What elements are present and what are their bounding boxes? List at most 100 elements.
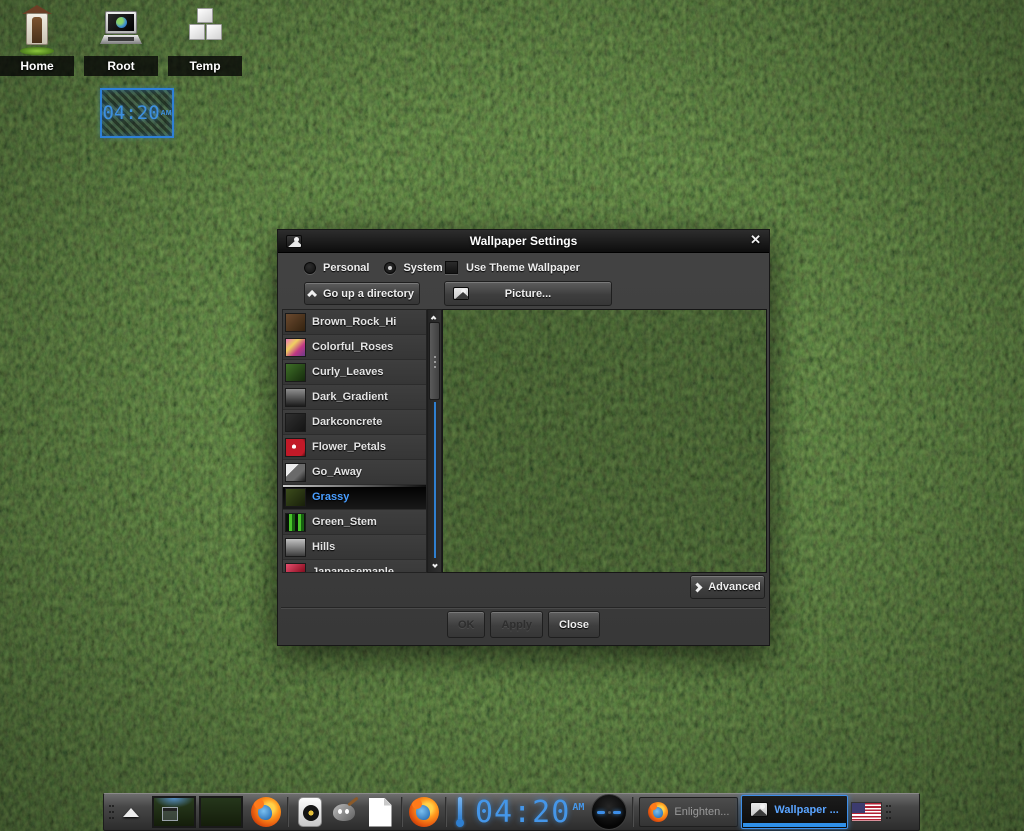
task-button-enlightenment[interactable]: Enlighten...: [639, 797, 738, 827]
wallpaper-item[interactable]: Japanesemaple: [283, 560, 426, 573]
firefox-icon: [648, 802, 668, 822]
picture-icon: [750, 802, 768, 817]
apply-button[interactable]: Apply: [490, 611, 543, 638]
wallpaper-name: Green_Stem: [312, 516, 377, 528]
gadget-meridiem: AM: [161, 110, 172, 117]
taskbar-digital-clock[interactable]: 04:20 AM: [475, 795, 584, 830]
task-button-wallpaper[interactable]: Wallpaper ...: [741, 795, 847, 829]
wallpaper-item[interactable]: Brown_Rock_Hi: [283, 310, 426, 335]
firefox-launcher-2[interactable]: [408, 796, 440, 828]
mini-window: [162, 807, 178, 821]
task-label: Wallpaper ...: [774, 804, 838, 816]
mixer-launcher[interactable]: [294, 796, 326, 828]
desktop-clock-gadget[interactable]: 04:20AM: [100, 88, 174, 138]
use-theme-label: Use Theme Wallpaper: [466, 262, 580, 274]
wallpaper-name: Flower_Petals: [312, 441, 386, 453]
desktop: Home Root Temp 04:20AM Wallpaper Setting…: [0, 0, 1024, 831]
wallpaper-name: Darkconcrete: [312, 416, 382, 428]
gimp-launcher[interactable]: [329, 796, 361, 828]
document-launcher[interactable]: [364, 796, 396, 828]
desktop-icon-temp[interactable]: Temp: [168, 3, 242, 76]
scroll-down-icon[interactable]: [428, 559, 441, 571]
go-up-label: Go up a directory: [323, 288, 414, 300]
pager-desktop-1[interactable]: [152, 796, 196, 828]
scrollbar-track-line: [434, 402, 436, 558]
wallpaper-item-selected[interactable]: Grassy: [283, 485, 426, 510]
radio-system-label: System: [403, 262, 442, 274]
taskbar: 04:20 AM Enlighten... Wallpaper ...: [103, 793, 920, 831]
wallpaper-item[interactable]: Go_Away: [283, 460, 426, 485]
advanced-button[interactable]: Advanced: [690, 575, 765, 599]
wallpaper-item[interactable]: Flower_Petals: [283, 435, 426, 460]
firefox-launcher[interactable]: [250, 796, 282, 828]
wallpaper-item[interactable]: Colorful_Roses: [283, 335, 426, 360]
shelf-separator: [401, 797, 403, 827]
gimp-icon: [331, 800, 359, 824]
root-icon: [84, 3, 158, 53]
wallpaper-thumbnail: [285, 388, 306, 407]
pager: [152, 796, 243, 828]
dialog-title: Wallpaper Settings: [278, 234, 769, 248]
wallpaper-item[interactable]: Darkconcrete: [283, 410, 426, 435]
thermometer-icon[interactable]: [455, 797, 465, 827]
wallpaper-thumbnail: [285, 338, 306, 357]
list-scrollbar[interactable]: [427, 309, 442, 573]
document-icon: [369, 798, 392, 827]
wallpaper-list: Brown_Rock_Hi Colorful_Roses Curly_Leave…: [282, 309, 427, 573]
shelf-grip-left[interactable]: [108, 803, 114, 821]
use-theme-row: Use Theme Wallpaper: [445, 261, 588, 274]
wallpaper-name: Curly_Leaves: [312, 366, 384, 378]
wallpaper-thumbnail: [285, 313, 306, 332]
wallpaper-item[interactable]: Green_Stem: [283, 510, 426, 535]
shelf-separator: [632, 797, 634, 827]
firefox-icon: [251, 797, 281, 827]
shelf-separator: [445, 797, 447, 827]
shelf-arrow-button[interactable]: [117, 798, 145, 826]
taskbar-meridiem: AM: [572, 802, 584, 813]
temp-icon: [168, 3, 242, 53]
picture-label: Picture...: [505, 288, 551, 300]
wallpaper-name: Grassy: [312, 491, 349, 503]
wallpaper-thumbnail: [285, 538, 306, 557]
us-flag-icon[interactable]: [851, 802, 882, 822]
wallpaper-item[interactable]: Hills: [283, 535, 426, 560]
wallpaper-name: Go_Away: [312, 466, 362, 478]
radio-system[interactable]: [384, 262, 396, 274]
radio-personal[interactable]: [304, 262, 316, 274]
wallpaper-name: Dark_Gradient: [312, 391, 388, 403]
wallpaper-item[interactable]: Curly_Leaves: [283, 360, 426, 385]
home-icon: [0, 3, 74, 53]
gadget-time: 04:20: [102, 102, 159, 124]
picture-button[interactable]: Picture...: [444, 281, 612, 306]
desktop-icon-root[interactable]: Root: [84, 3, 158, 76]
arrow-up-icon: [123, 808, 139, 817]
use-theme-checkbox[interactable]: [445, 261, 458, 274]
dialog-separator: [281, 607, 766, 609]
pager-desktop-2[interactable]: [199, 796, 243, 828]
analog-clock-icon[interactable]: [591, 794, 627, 830]
scrollbar-thumb[interactable]: [429, 322, 440, 400]
close-button[interactable]: Close: [548, 611, 600, 638]
wallpaper-thumbnail: [285, 563, 306, 574]
wallpaper-thumbnail: [285, 488, 306, 507]
wallpaper-thumbnail: [285, 363, 306, 382]
desktop-icon-home[interactable]: Home: [0, 3, 74, 76]
ok-button[interactable]: OK: [447, 611, 486, 638]
wallpaper-settings-dialog: Wallpaper Settings ✕ Personal System Use…: [277, 229, 770, 646]
icon-label-temp: Temp: [168, 56, 242, 76]
icon-label-home: Home: [0, 56, 74, 76]
go-up-directory-button[interactable]: Go up a directory: [304, 282, 420, 305]
wallpaper-item[interactable]: Dark_Gradient: [283, 385, 426, 410]
close-icon[interactable]: ✕: [750, 232, 761, 248]
chevron-right-icon: [693, 582, 703, 592]
wallpaper-name: Hills: [312, 541, 335, 553]
shelf-grip-right[interactable]: [885, 803, 891, 821]
picture-icon: [453, 287, 469, 300]
chevron-up-icon: [307, 290, 317, 300]
wallpaper-thumbnail: [285, 463, 306, 482]
wallpaper-thumbnail: [285, 513, 306, 532]
wallpaper-thumbnail: [285, 413, 306, 432]
dialog-titlebar[interactable]: Wallpaper Settings ✕: [278, 230, 769, 253]
icon-label-root: Root: [84, 56, 158, 76]
shelf-separator: [287, 797, 289, 827]
